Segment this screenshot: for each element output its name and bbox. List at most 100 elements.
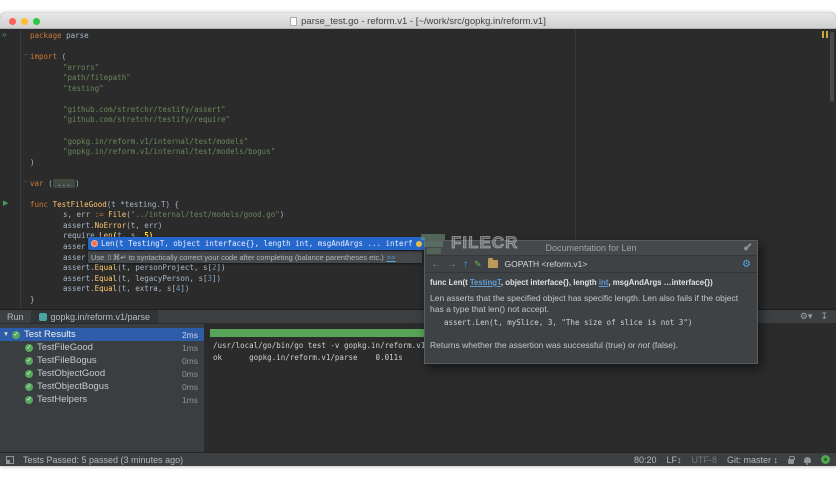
title-wrap: parse_test.go - reform.v1 - [~/work/src/… xyxy=(0,13,836,29)
code-line: assert.Equal(t, extra, s[4]) xyxy=(63,284,190,294)
test-results-root-row[interactable]: ▼ ✓ Test Results 2ms xyxy=(0,328,204,341)
test-result-row[interactable]: ✓ TestFileGood 1ms xyxy=(0,341,204,354)
code-line: } xyxy=(30,294,35,304)
code-line: func TestFileGood(t *testing.T) { xyxy=(30,199,180,209)
function-icon xyxy=(91,240,98,247)
lightbulb-icon[interactable] xyxy=(416,240,422,247)
fold-icon[interactable]: − xyxy=(23,178,28,186)
doc-popup-toolbar: ← → ↑ ✎ GOPATH <reform.v1> ⚙ xyxy=(425,256,757,273)
code-line: import ( xyxy=(30,52,67,62)
test-duration: 0ms xyxy=(181,381,198,392)
code-line: "errors" xyxy=(63,62,100,72)
code-line: asser xyxy=(63,252,86,262)
folder-icon xyxy=(487,258,498,268)
git-branch-widget[interactable]: Git: master ↕ xyxy=(727,455,778,465)
completion-signature: Len(t TestingT, object interface{}, leng… xyxy=(101,239,413,248)
test-passed-icon: ✓ xyxy=(25,369,33,378)
completion-popup[interactable]: Len(t TestingT, object interface{}, leng… xyxy=(88,237,425,250)
screen: parse_test.go - reform.v1 - [~/work/src/… xyxy=(0,0,836,484)
doc-signature: func Len(t TestingT, object interface{},… xyxy=(430,278,713,287)
status-widgets: 80:20 LF↕ UTF-8 Git: master ↕ xyxy=(634,455,836,465)
doc-code-example: assert.Len(t, mySlice, 3, "The size of s… xyxy=(444,318,693,327)
titlebar[interactable]: parse_test.go - reform.v1 - [~/work/src/… xyxy=(0,13,836,29)
run-panel-label: Run xyxy=(7,311,24,322)
code-line: "github.com/stretchr/testify/assert" xyxy=(63,104,226,114)
editor-scrollbar[interactable] xyxy=(830,32,834,102)
encoding-widget[interactable]: UTF-8 xyxy=(691,455,717,465)
error-stripe-marks xyxy=(822,31,828,38)
test-duration: 1ms xyxy=(181,342,198,353)
code-line: s, err := File("../internal/test/models/… xyxy=(63,210,285,220)
doc-settings-gear-icon[interactable]: ⚙ xyxy=(742,259,751,270)
documentation-popup[interactable]: Documentation for Len ← → ↑ ✎ GOPATH <re… xyxy=(424,240,758,364)
hint-text: Use ⇧⌘↵ to syntactically correct your co… xyxy=(91,252,384,262)
test-name: TestObjectGood xyxy=(37,368,106,379)
ide-window: parse_test.go - reform.v1 - [~/work/src/… xyxy=(0,13,836,466)
doc-popup-title: Documentation for Len xyxy=(545,243,637,253)
test-name: TestFileBogus xyxy=(37,355,97,366)
hint-more-link[interactable]: >> xyxy=(387,253,396,262)
up-to-source-icon[interactable]: ↑ xyxy=(463,259,468,270)
test-result-row[interactable]: ✓ TestHelpers 1ms xyxy=(0,393,204,406)
test-result-row[interactable]: ✓ TestObjectBogus 0ms xyxy=(0,380,204,393)
code-line: assert.NoError(t, err) xyxy=(63,220,163,230)
test-result-row[interactable]: ✓ TestFileBogus 0ms xyxy=(0,354,204,367)
code-line: "testing" xyxy=(63,83,104,93)
settings-gear-icon[interactable]: ⚙▾ xyxy=(800,311,813,322)
edit-source-icon[interactable]: ✎ xyxy=(474,259,482,270)
code-line: assert.Equal(t, legacyPerson, s[3]) xyxy=(63,273,222,283)
test-duration: 2ms xyxy=(181,329,198,340)
code-line: var ( ... ) xyxy=(30,178,80,188)
test-passed-icon: ✓ xyxy=(25,382,33,391)
code-line: "gopkg.in/reform.v1/internal/test/models… xyxy=(63,136,249,146)
go-test-icon xyxy=(38,312,47,321)
test-duration: 1ms xyxy=(181,394,198,405)
run-panel-actions: ⚙▾ ↧ xyxy=(800,311,836,322)
document-icon xyxy=(290,16,298,26)
code-line: ) xyxy=(30,157,35,167)
doc-returns: Returns whether the assertion was succes… xyxy=(430,340,679,350)
test-passed-icon: ✓ xyxy=(12,330,20,339)
doc-description: Len asserts that the specified object ha… xyxy=(430,293,739,314)
forward-icon[interactable]: → xyxy=(447,259,457,270)
code-line: "gopkg.in/reform.v1/internal/test/models… xyxy=(63,147,276,157)
line-ending-widget[interactable]: LF↕ xyxy=(666,455,681,465)
notifications-bell-icon[interactable] xyxy=(804,456,811,465)
test-name: Test Results xyxy=(24,329,76,340)
doc-popup-header[interactable]: Documentation for Len xyxy=(425,241,757,256)
code-line: assert.Equal(t, personProject, s[2]) xyxy=(63,263,226,273)
type-link-int[interactable]: int xyxy=(599,278,609,287)
test-duration: 0ms xyxy=(181,355,198,366)
shortcut-hint-popup: Use ⇧⌘↵ to syntactically correct your co… xyxy=(88,251,422,263)
console-line: ok gopkg.in/reform.v1/parse 0.011s xyxy=(213,353,403,362)
code-line: package parse xyxy=(30,31,89,40)
type-link-testingt[interactable]: TestingT xyxy=(470,278,501,287)
code-line: asser xyxy=(63,242,86,251)
lock-icon[interactable] xyxy=(788,455,795,464)
inspections-indicator-icon[interactable] xyxy=(821,455,830,464)
test-name: TestHelpers xyxy=(37,394,88,405)
test-result-row[interactable]: ✓ TestObjectGood 0ms xyxy=(0,367,204,380)
status-message: Tests Passed: 5 passed (3 minutes ago) xyxy=(23,454,184,465)
test-results-tree: ▼ ✓ Test Results 2ms ✓ TestFileGood 1ms ✓ TestFi… xyxy=(0,324,204,452)
window-title: parse_test.go - reform.v1 - [~/work/src/… xyxy=(301,15,546,27)
editor-gutter: » ▶ xyxy=(0,30,21,310)
console-line: /usr/local/go/bin/go test -v gopkg.in/re… xyxy=(213,341,453,350)
hide-panel-icon[interactable]: ↧ xyxy=(820,311,828,322)
toolwindow-switcher-icon[interactable] xyxy=(6,455,14,464)
test-passed-icon: ✓ xyxy=(25,343,33,352)
run-tab[interactable]: gopkg.in/reform.v1/parse xyxy=(30,310,159,323)
test-passed-icon: ✓ xyxy=(25,395,33,404)
test-name: TestFileGood xyxy=(37,342,93,353)
doc-popup-content: func Len(t TestingT, object interface{},… xyxy=(425,273,757,350)
run-test-icon[interactable]: ▶ xyxy=(3,200,8,208)
back-icon[interactable]: ← xyxy=(431,259,441,270)
run-file-icon[interactable]: » xyxy=(2,31,6,39)
collapse-arrow-icon[interactable]: ▼ xyxy=(0,331,12,338)
code-line: "github.com/stretchr/testify/require" xyxy=(63,115,231,125)
fold-icon[interactable]: − xyxy=(23,51,28,59)
caret-position-widget[interactable]: 80:20 xyxy=(634,455,657,465)
status-bar: Tests Passed: 5 passed (3 minutes ago) 8… xyxy=(0,452,836,466)
test-passed-icon: ✓ xyxy=(25,356,33,365)
pin-icon[interactable] xyxy=(745,242,752,250)
